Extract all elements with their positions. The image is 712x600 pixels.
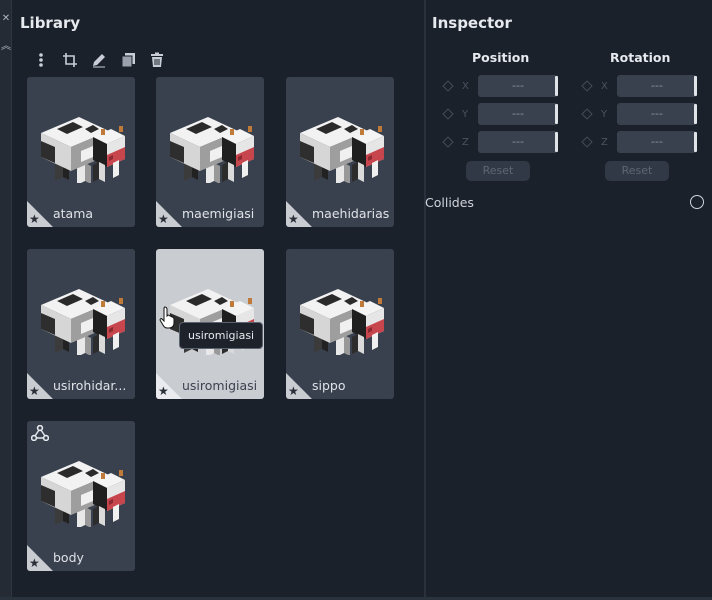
item-label: atama bbox=[53, 206, 94, 221]
keyframe-diamond-icon[interactable] bbox=[581, 108, 593, 120]
duplicate-icon[interactable] bbox=[113, 50, 142, 70]
inspector-panel: Inspector Position Rotation X --- Y --- … bbox=[425, 0, 712, 600]
library-item-sippo[interactable]: ★ sippo bbox=[286, 249, 394, 399]
inspector-title: Inspector bbox=[432, 14, 512, 32]
axis-label: Y bbox=[601, 108, 608, 120]
item-label: usiromigiasi bbox=[182, 378, 258, 393]
rotation-y-field[interactable]: --- bbox=[617, 103, 697, 125]
position-z-row: Z --- bbox=[442, 131, 558, 153]
pencil-icon[interactable] bbox=[84, 50, 113, 70]
star-icon[interactable]: ★ bbox=[158, 385, 169, 397]
close-icon[interactable]: ✕ bbox=[0, 12, 12, 26]
axis-label: X bbox=[601, 80, 608, 92]
library-item-maehidariasi[interactable]: ★ maehidariasi bbox=[286, 77, 394, 227]
rotation-heading: Rotation bbox=[610, 50, 671, 65]
trash-icon[interactable] bbox=[142, 50, 171, 70]
star-icon[interactable]: ★ bbox=[29, 557, 40, 569]
cow-model-thumbnail bbox=[300, 289, 384, 355]
position-y-row: Y --- bbox=[442, 103, 558, 125]
position-x-field[interactable]: --- bbox=[478, 75, 558, 97]
rotation-x-field[interactable]: --- bbox=[617, 75, 697, 97]
side-strip: ✕ ︽ bbox=[0, 0, 12, 600]
position-heading: Position bbox=[472, 50, 530, 65]
axis-label: Z bbox=[601, 136, 608, 148]
star-icon[interactable]: ★ bbox=[158, 213, 169, 225]
rig-hierarchy-icon bbox=[31, 425, 49, 441]
library-item-maemigiasi[interactable]: ★ maemigiasi bbox=[156, 77, 264, 227]
axis-label: X bbox=[462, 80, 469, 92]
item-tooltip: usiromigiasi bbox=[179, 322, 264, 349]
star-icon[interactable]: ★ bbox=[288, 213, 299, 225]
library-item-body[interactable]: ★ body bbox=[27, 421, 135, 571]
axis-label: Y bbox=[462, 108, 469, 120]
keyframe-diamond-icon[interactable] bbox=[442, 80, 454, 92]
position-x-row: X --- bbox=[442, 75, 558, 97]
crop-icon[interactable] bbox=[55, 50, 84, 70]
rotation-y-row: Y --- bbox=[581, 103, 697, 125]
keyframe-diamond-icon[interactable] bbox=[442, 108, 454, 120]
position-y-field[interactable]: --- bbox=[478, 103, 558, 125]
rotation-reset-button[interactable]: Reset bbox=[605, 161, 669, 181]
collides-toggle[interactable] bbox=[690, 195, 704, 209]
hand-cursor-icon bbox=[159, 306, 175, 329]
item-label: body bbox=[53, 550, 84, 565]
collides-label: Collides bbox=[425, 195, 474, 210]
rotation-z-field[interactable]: --- bbox=[617, 131, 697, 153]
cow-model-thumbnail bbox=[41, 117, 125, 183]
item-label: maehidariasi bbox=[312, 206, 390, 221]
library-item-usirohidariasi[interactable]: ★ usirohidar... bbox=[27, 249, 135, 399]
keyframe-diamond-icon[interactable] bbox=[581, 80, 593, 92]
axis-label: Z bbox=[462, 136, 469, 148]
library-item-atama[interactable]: ★ atama bbox=[27, 77, 135, 227]
more-vertical-icon[interactable] bbox=[26, 50, 55, 70]
keyframe-diamond-icon[interactable] bbox=[442, 136, 454, 148]
item-label: usirohidar... bbox=[53, 378, 127, 393]
position-reset-button[interactable]: Reset bbox=[466, 161, 530, 181]
star-icon[interactable]: ★ bbox=[29, 385, 40, 397]
library-toolbar bbox=[26, 50, 171, 70]
chevrons-up-icon[interactable]: ︽ bbox=[0, 40, 12, 54]
cow-model-thumbnail bbox=[170, 117, 254, 183]
star-icon[interactable]: ★ bbox=[288, 385, 299, 397]
rotation-z-row: Z --- bbox=[581, 131, 697, 153]
library-title: Library bbox=[20, 14, 81, 32]
star-icon[interactable]: ★ bbox=[29, 213, 40, 225]
keyframe-diamond-icon[interactable] bbox=[581, 136, 593, 148]
rotation-x-row: X --- bbox=[581, 75, 697, 97]
library-panel: Library ★ atama ★ maemigiasi ★ maehidari… bbox=[12, 0, 424, 600]
position-z-field[interactable]: --- bbox=[478, 131, 558, 153]
item-label: maemigiasi bbox=[182, 206, 255, 221]
cow-model-thumbnail bbox=[300, 117, 384, 183]
cow-model-thumbnail bbox=[41, 461, 125, 527]
cow-model-thumbnail bbox=[41, 289, 125, 355]
item-label: sippo bbox=[312, 378, 346, 393]
